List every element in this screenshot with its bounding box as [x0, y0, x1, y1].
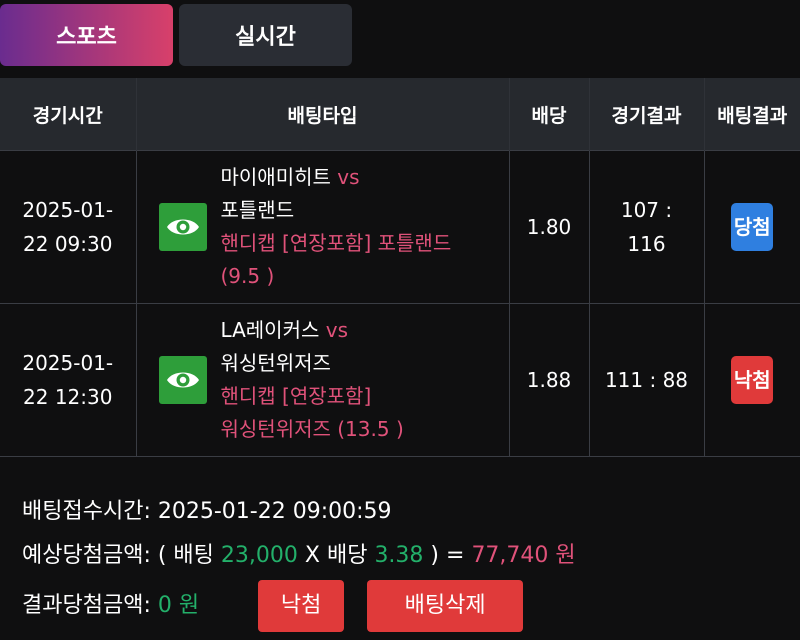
home-team: LA레이커스	[220, 318, 320, 342]
lose-button[interactable]: 낙첨	[258, 580, 345, 632]
tab-live[interactable]: 실시간	[179, 4, 352, 66]
header-game-time: 경기시간	[0, 78, 137, 151]
win-badge: 당첨	[731, 203, 774, 251]
bet-type-cell: LA레이커스 vs 워싱턴위저즈 핸디캡 [연장포함] 워싱턴위저즈 (13.5…	[136, 303, 510, 457]
vs-label: vs	[325, 318, 349, 342]
game-date: 2025-01-	[22, 198, 114, 222]
expected-amount: 77,740 원	[471, 543, 576, 568]
expected-label: 예상당첨금액: ( 배팅	[22, 543, 214, 568]
lose-badge: 낙첨	[731, 356, 774, 404]
home-team: 마이애미히트	[220, 165, 331, 189]
game-date: 2025-01-	[22, 351, 114, 375]
bet-history-table: 경기시간 배팅타입 배당 경기결과 배팅결과 2025-01- 22 09:30	[0, 78, 800, 457]
expected-amount-line: 예상당첨금액: ( 배팅 23,000 X 배당 3.38 ) = 77,740…	[22, 534, 576, 578]
bet-line-value: (9.5 )	[220, 264, 275, 288]
vs-label: vs	[337, 165, 360, 189]
bet-line-value: 워싱턴위저즈 (13.5 )	[220, 417, 404, 441]
game-clock: 22 12:30	[23, 385, 113, 409]
total-odds: 3.38	[374, 543, 424, 568]
header-odds: 배당	[509, 78, 590, 151]
bet-time-value: 2025-01-22 09:00:59	[157, 499, 392, 524]
bet-type-cell: 마이애미히트 vs 포틀랜드 핸디캡 [연장포함] 포틀랜드 (9.5 )	[136, 150, 510, 304]
table-row: 2025-01- 22 09:30 마이애미히트 vs 포틀랜드 핸디캡 [연장…	[0, 150, 800, 304]
game-time-cell: 2025-01- 22 12:30	[0, 303, 137, 457]
result-amount: 0 원	[157, 593, 200, 618]
table-header-row: 경기시간 배팅타입 배당 경기결과 배팅결과	[0, 78, 800, 151]
bet-summary: 배팅접수시간: 2025-01-22 09:00:59 예상당첨금액: ( 배팅…	[22, 490, 576, 634]
bet-result-cell: 당첨	[704, 150, 800, 304]
table-row: 2025-01- 22 12:30 LA레이커스 vs 워싱턴위저즈 핸디캡 […	[0, 303, 800, 457]
equals-label: ) =	[430, 543, 465, 568]
bet-time-line: 배팅접수시간: 2025-01-22 09:00:59	[22, 490, 576, 534]
bet-line: 핸디캡 [연장포함]	[220, 384, 372, 408]
game-clock: 22 09:30	[23, 232, 113, 256]
bet-amount: 23,000	[220, 543, 298, 568]
eye-icon[interactable]	[158, 356, 207, 404]
delete-bet-button[interactable]: 배팅삭제	[367, 580, 524, 632]
bet-time-label: 배팅접수시간:	[22, 499, 151, 524]
result-label: 결과당첨금액:	[22, 593, 151, 618]
game-result-cell: 107 : 116	[589, 150, 705, 304]
odds-cell: 1.88	[509, 303, 590, 457]
eye-icon[interactable]	[158, 203, 207, 251]
header-bet-type: 배팅타입	[136, 78, 510, 151]
header-game-result: 경기결과	[589, 78, 705, 151]
score-line: 116	[627, 232, 666, 256]
bet-line: 핸디캡 [연장포함] 포틀랜드	[220, 231, 452, 255]
result-amount-line: 결과당첨금액: 0 원 낙첨 배팅삭제	[22, 578, 576, 634]
x-odds-label: X 배당	[304, 543, 368, 568]
game-result-cell: 111 : 88	[589, 303, 705, 457]
header-bet-result: 배팅결과	[704, 78, 800, 151]
tab-sports[interactable]: 스포츠	[0, 4, 173, 66]
away-team: 워싱턴위저즈	[220, 351, 331, 375]
game-time-cell: 2025-01- 22 09:30	[0, 150, 137, 304]
tab-bar: 스포츠 실시간	[0, 4, 352, 66]
score-line: 107 :	[620, 198, 673, 222]
away-team: 포틀랜드	[220, 198, 295, 222]
odds-cell: 1.80	[509, 150, 590, 304]
bet-result-cell: 낙첨	[704, 303, 800, 457]
